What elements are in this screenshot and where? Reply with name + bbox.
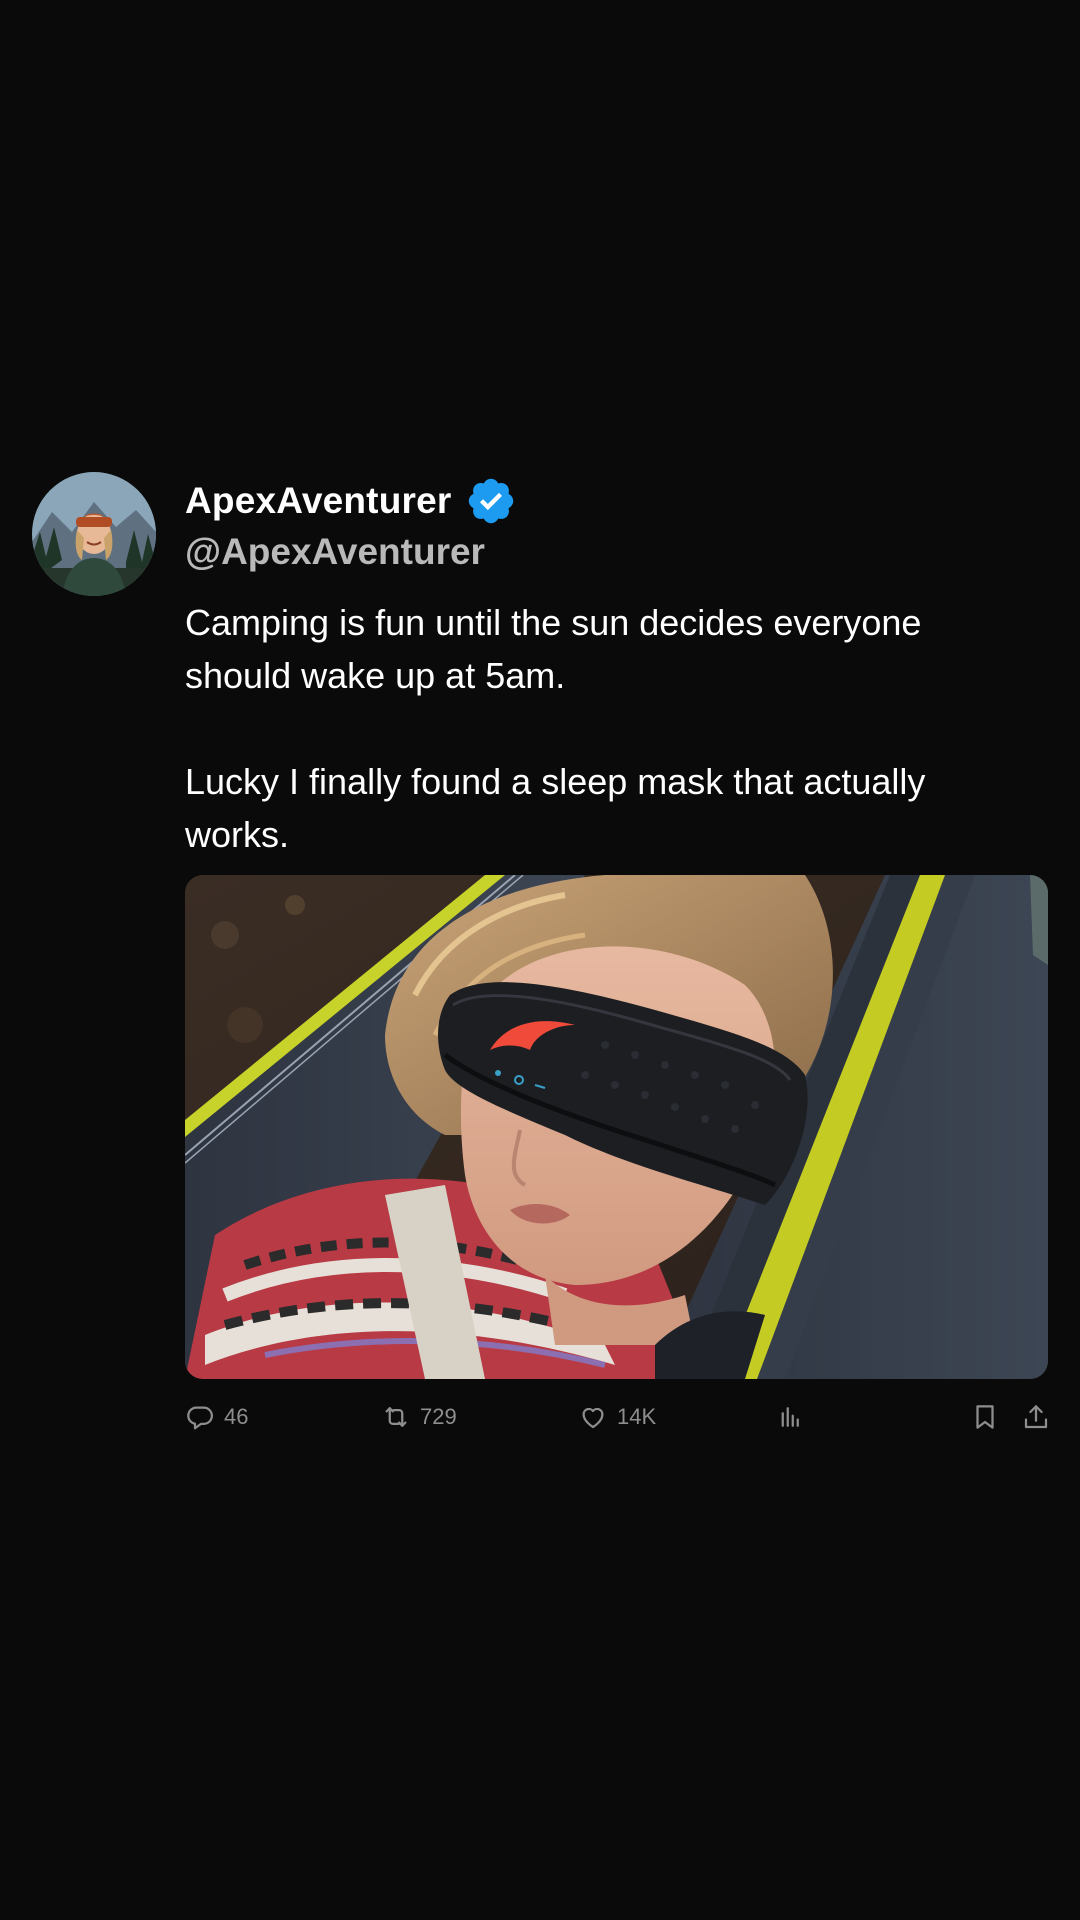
share-button[interactable]	[1021, 1399, 1051, 1435]
repost-count: 729	[420, 1404, 457, 1429]
avatar[interactable]	[32, 472, 156, 596]
views-button[interactable]	[774, 1399, 804, 1435]
sleeping-woman-photo	[185, 875, 1048, 1379]
tweet-body: ApexAventurer @ApexAventurer Camping is …	[185, 472, 1048, 1459]
like-button[interactable]: 14K	[578, 1399, 656, 1435]
reply-icon	[185, 1402, 215, 1432]
avatar-photo	[32, 472, 156, 596]
user-handle[interactable]: @ApexAventurer	[185, 526, 1048, 578]
bookmark-button[interactable]	[970, 1399, 1000, 1435]
heart-icon	[578, 1402, 608, 1432]
display-name[interactable]: ApexAventurer	[185, 480, 451, 522]
repost-button[interactable]: 729	[381, 1399, 457, 1435]
views-chart-icon	[774, 1402, 804, 1432]
reply-button[interactable]: 46	[185, 1399, 248, 1435]
share-icon	[1021, 1402, 1051, 1432]
action-bar: 46 729 14K	[185, 1399, 1048, 1459]
repost-icon	[381, 1402, 411, 1432]
like-count: 14K	[617, 1404, 657, 1429]
verified-badge-icon	[465, 475, 517, 527]
author-row: ApexAventurer	[185, 472, 1048, 530]
bookmark-icon	[970, 1402, 1000, 1432]
tweet-image[interactable]	[185, 875, 1048, 1379]
tweet-text: Camping is fun until the sun decides eve…	[185, 602, 926, 855]
reply-count: 46	[224, 1404, 249, 1429]
